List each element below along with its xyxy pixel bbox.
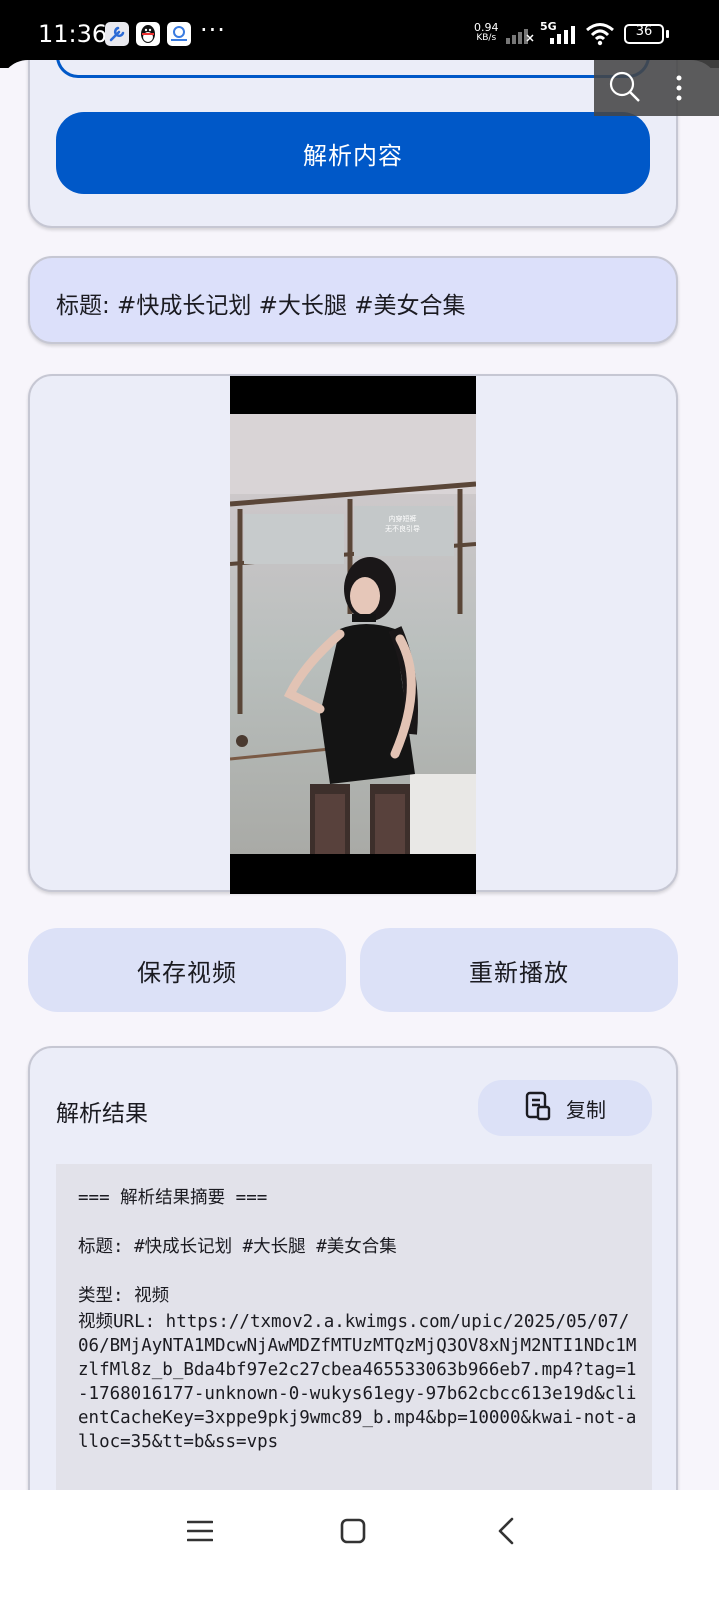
- cloud-app-icon: [167, 22, 191, 46]
- status-time: 11:36: [38, 20, 108, 48]
- home-icon[interactable]: [340, 1518, 366, 1544]
- title-card: 标题: #快成长记划 #大长腿 #美女合集: [28, 256, 678, 344]
- qq-penguin-icon: [136, 22, 160, 46]
- result-title-line: 标题: #快成长记划 #大长腿 #美女合集: [78, 1237, 397, 1257]
- video-frame-image: 内穿短裤 无不良引导: [230, 414, 476, 854]
- video-player-card: 内穿短裤 无不良引导: [28, 374, 678, 894]
- net-speed-unit: KB/s: [476, 33, 497, 43]
- overlay-line-1: 内穿短裤: [388, 515, 417, 523]
- result-heading: 解析结果: [56, 1101, 148, 1127]
- search-icon[interactable]: [608, 70, 642, 108]
- copy-icon: [524, 1091, 552, 1126]
- replay-button[interactable]: 重新播放: [360, 928, 678, 1012]
- video-title: 标题: #快成长记划 #大长腿 #美女合集: [56, 293, 466, 319]
- signal-5g-icon: [550, 26, 575, 44]
- result-text-box[interactable]: === 解析结果摘要 === 标题: #快成长记划 #大长腿 #美女合集 类型:…: [56, 1164, 652, 1490]
- result-summary-header: === 解析结果摘要 ===: [78, 1188, 268, 1208]
- wrench-icon: [105, 22, 129, 46]
- more-options-icon[interactable]: [674, 72, 684, 110]
- menu-icon[interactable]: [187, 1518, 213, 1544]
- floating-toolbar: [594, 60, 719, 116]
- copy-label: 复制: [566, 1097, 606, 1122]
- more-notifications: ···: [200, 16, 226, 44]
- result-url-line: 视频URL: https://txmov2.a.kwimgs.com/upic/…: [78, 1312, 637, 1452]
- parse-button[interactable]: 解析内容: [56, 112, 650, 194]
- app-content: 解析内容 标题: #快成长记划 #大长腿 #美女合集 内穿短裤 无不良引导 保存…: [0, 60, 719, 1490]
- navigation-bar: [0, 1490, 719, 1600]
- save-video-button[interactable]: 保存视频: [28, 928, 346, 1012]
- input-card: 解析内容: [28, 60, 678, 228]
- result-type-line: 类型: 视频: [78, 1286, 170, 1306]
- video-scene-illustration: [230, 414, 476, 854]
- signal-no-service-icon: [506, 29, 534, 44]
- battery-level: 36: [635, 24, 653, 39]
- result-card: 解析结果 复制 === 解析结果摘要 === 标题: #快成长记划 #大长腿 #…: [28, 1046, 678, 1490]
- video-actions: 保存视频 重新播放: [28, 928, 678, 1012]
- net-speed-value: 0.94: [474, 21, 499, 34]
- copy-button[interactable]: 复制: [478, 1080, 652, 1136]
- network-speed: 0.94 KB/s: [474, 22, 499, 44]
- overlay-line-2: 无不良引导: [385, 525, 420, 533]
- battery-icon: 36: [624, 24, 664, 44]
- url-input[interactable]: [56, 60, 650, 78]
- video-player[interactable]: 内穿短裤 无不良引导: [230, 376, 476, 894]
- back-icon[interactable]: [496, 1516, 516, 1546]
- video-overlay-caption: 内穿短裤 无不良引导: [385, 514, 420, 534]
- status-bar: 11:36 ··· 0.94 KB/s 5G 36: [0, 0, 719, 68]
- wifi-icon: [586, 23, 614, 46]
- battery-tip: [666, 30, 669, 38]
